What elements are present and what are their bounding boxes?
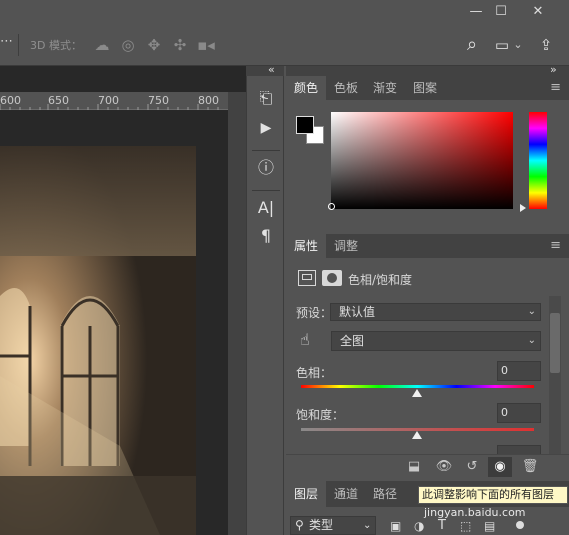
hue-slider[interactable]	[529, 112, 547, 209]
canvas-image	[0, 146, 196, 535]
slide-3d-icon[interactable]: ✣	[170, 35, 190, 55]
tab-swatches[interactable]: 色板	[326, 76, 366, 100]
options-bar: ⋯ 3D 模式： ☁ ◎ ✥ ✣ ▪◂ ⌕ ▭ ⌄ ⇪	[0, 24, 569, 66]
adjustment-layer-icon	[298, 270, 316, 286]
chevron-down-icon[interactable]: ⌄	[508, 35, 528, 55]
view-previous-icon[interactable]: 👁	[432, 457, 456, 477]
color-field[interactable]	[328, 112, 513, 210]
tooltip: 此调整影响下面的所有图层	[418, 486, 568, 504]
paragraph-icon[interactable]: ¶	[254, 224, 278, 248]
color-field-marker[interactable]	[328, 203, 335, 210]
layer-filter-value: 类型	[309, 518, 334, 532]
panel-collapse-strip[interactable]: «	[246, 63, 284, 76]
tab-paths[interactable]: 路径	[365, 481, 405, 507]
properties-panel	[286, 258, 569, 454]
layer-filter-dropdown[interactable]: ⚲ 类型 ⌄	[290, 516, 376, 535]
targeted-adjustment-hand-icon[interactable]: ☝	[300, 330, 310, 349]
rotate-3d-icon[interactable]: ☁	[92, 35, 112, 55]
canvas-scroll-margin	[228, 92, 246, 535]
divider	[252, 150, 280, 151]
properties-panel-tabs: 属性 调整 ≡	[286, 234, 569, 258]
share-icon[interactable]: ⇪	[536, 35, 556, 55]
search-icon[interactable]: ⌕	[462, 35, 482, 55]
panel-dock-header[interactable]: »	[286, 63, 569, 76]
divider	[252, 190, 280, 191]
scrollbar-thumb[interactable]	[550, 313, 560, 373]
delete-icon[interactable]: 🗑	[518, 457, 542, 477]
scale-3d-icon[interactable]: ▪◂	[196, 35, 216, 55]
channel-value: 全图	[340, 334, 365, 348]
chevron-down-icon: ⌄	[527, 335, 536, 346]
collapse-icon[interactable]: «	[268, 63, 275, 76]
filter-toggle-icon[interactable]	[516, 521, 524, 529]
hue-slider-thumb[interactable]	[520, 204, 526, 212]
pixel-layer-filter-icon[interactable]: ▣	[390, 519, 401, 533]
chevron-down-icon: ⌄	[363, 520, 372, 531]
tab-patterns[interactable]: 图案	[405, 76, 445, 100]
type-layer-filter-icon[interactable]: T	[438, 518, 446, 533]
maximize-button[interactable]: ☐	[486, 2, 516, 22]
adjustment-layer-filter-icon[interactable]: ◑	[414, 519, 424, 533]
foreground-color-swatch[interactable]	[296, 116, 314, 134]
ruler-marks	[0, 104, 219, 110]
watermark: jingyan.baidu.com	[424, 506, 526, 519]
visibility-icon[interactable]: ◉	[488, 457, 512, 477]
preset-dropdown[interactable]: 默认值 ⌄	[330, 303, 541, 321]
smart-object-filter-icon[interactable]: ▤	[484, 519, 495, 533]
actions-play-icon[interactable]: ▶	[254, 116, 278, 140]
properties-footer: ⬓ 👁 ↺ ◉ 🗑	[286, 454, 569, 478]
lightness-value-field[interactable]	[497, 445, 541, 454]
shape-layer-filter-icon[interactable]: ⬚	[460, 519, 471, 533]
preset-label: 预设：	[296, 306, 333, 320]
search-icon: ⚲	[295, 518, 304, 532]
tab-channels[interactable]: 通道	[326, 481, 366, 507]
mask-icon	[322, 270, 342, 286]
hue-adjust-thumb[interactable]	[412, 389, 422, 397]
3d-mode-label: 3D 模式：	[30, 39, 82, 52]
panel-menu-icon[interactable]: ≡	[550, 238, 561, 253]
tab-adjustments[interactable]: 调整	[326, 234, 366, 258]
tab-gradients[interactable]: 渐变	[365, 76, 405, 100]
divider	[18, 34, 19, 56]
saturation-value-field[interactable]: 0	[497, 403, 541, 423]
color-panel-tabs: 颜色 色板 渐变 图案 ≡	[286, 76, 569, 100]
info-icon[interactable]: ⓘ	[254, 156, 278, 180]
clip-to-layer-icon[interactable]: ⬓	[402, 457, 426, 477]
hue-adjust-track[interactable]	[301, 385, 534, 388]
horizontal-ruler: 600 650 700 750 800	[0, 92, 228, 110]
title-bar: — ☐ ✕	[0, 0, 569, 24]
hue-value-field[interactable]: 0	[497, 361, 541, 381]
tab-properties[interactable]: 属性	[286, 234, 327, 258]
saturation-thumb[interactable]	[412, 431, 422, 439]
saturation-value: 0	[501, 406, 508, 419]
panel-menu-icon[interactable]: ≡	[550, 80, 561, 95]
saturation-label: 饱和度：	[296, 408, 345, 422]
more-options-icon[interactable]: ⋯	[0, 34, 13, 49]
close-button[interactable]: ✕	[523, 2, 553, 22]
history-icon[interactable]: ⎗	[254, 86, 278, 110]
expand-icon[interactable]: »	[550, 63, 557, 76]
reset-icon[interactable]: ↺	[460, 457, 484, 477]
tab-color[interactable]: 颜色	[286, 76, 327, 100]
hue-value: 0	[501, 364, 508, 377]
roll-3d-icon[interactable]: ◎	[118, 35, 138, 55]
collapsed-panel-strip: ⎗ ▶ ⓘ A| ¶	[246, 76, 284, 535]
channel-dropdown[interactable]: 全图 ⌄	[331, 331, 541, 351]
pan-3d-icon[interactable]: ✥	[144, 35, 164, 55]
properties-title: 色相/饱和度	[348, 273, 413, 287]
chevron-down-icon: ⌄	[527, 306, 536, 317]
preset-value: 默认值	[339, 305, 376, 319]
character-icon[interactable]: A|	[254, 196, 278, 220]
hue-label: 色相：	[296, 366, 333, 380]
tab-layers[interactable]: 图层	[286, 481, 327, 507]
